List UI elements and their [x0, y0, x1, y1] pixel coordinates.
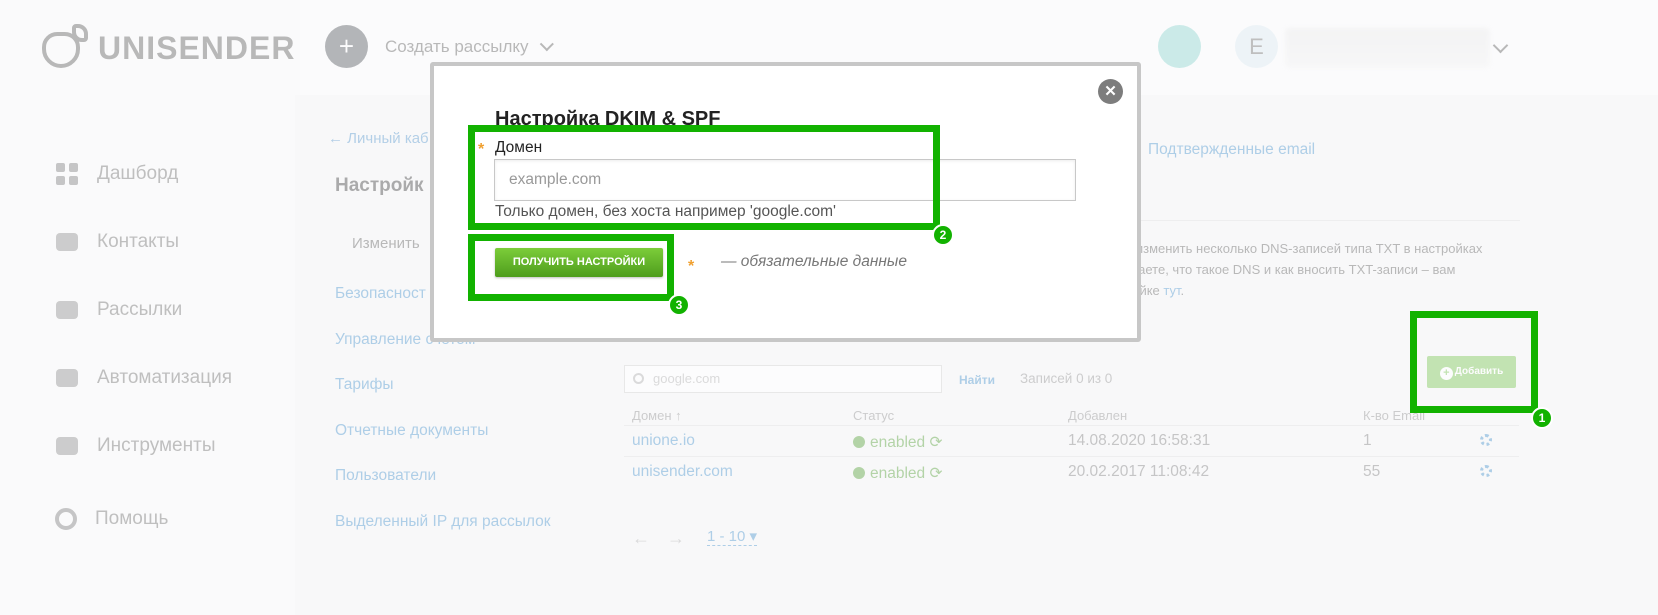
close-icon[interactable]: ✕	[1098, 79, 1123, 104]
prev-page-arrow-icon[interactable]: ←	[632, 528, 650, 549]
description-link[interactable]: тут	[1163, 283, 1180, 298]
contacts-icon	[55, 230, 79, 254]
search-input[interactable]: google.com	[624, 365, 942, 393]
highlight-box	[468, 125, 940, 230]
table-cell-count: 1	[1363, 432, 1372, 449]
table-cell-added: 14.08.2020 16:58:31	[1068, 432, 1211, 449]
column-header-status: Статус	[853, 408, 895, 423]
divider	[624, 456, 1519, 457]
magic-wand-icon	[55, 434, 79, 458]
check-icon	[853, 467, 865, 479]
status-text: enabled	[870, 465, 926, 482]
dog-logo-icon	[36, 24, 88, 72]
sidebar-nav: Дашборд Контакты Рассылки Автоматизация …	[55, 140, 232, 480]
create-plus-button[interactable]: +	[325, 25, 368, 68]
settings-link-dedicated-ip[interactable]: Выделенный IP для рассылок	[335, 513, 550, 559]
brand-name: UNISENDER	[98, 29, 296, 66]
sidebar-item-label: Дашборд	[97, 163, 179, 184]
sidebar-item-label: Инструменты	[97, 435, 216, 456]
table-cell-added: 20.02.2017 11:08:42	[1068, 463, 1210, 480]
chat-icon[interactable]	[1158, 25, 1201, 68]
create-mailing-dropdown[interactable]: Создать рассылку	[385, 37, 554, 57]
description-line: о изменить несколько DNS-записей типа TX…	[1125, 241, 1483, 256]
find-button[interactable]: Найти	[959, 373, 995, 387]
status-badge: enabled ⟳	[853, 464, 942, 483]
logo: UNISENDER	[36, 24, 295, 72]
sidebar-item-mailings[interactable]: Рассылки	[55, 276, 232, 344]
tab-change[interactable]: Изменить	[352, 235, 420, 252]
sidebar-item-label: Помощь	[95, 508, 169, 529]
step-badge: 3	[668, 294, 690, 316]
settings-link-tariffs[interactable]: Тарифы	[335, 376, 550, 422]
required-asterisk-icon: *	[688, 258, 695, 275]
chevron-down-icon[interactable]	[1492, 37, 1509, 54]
help-icon	[55, 508, 77, 530]
mailings-icon	[55, 298, 79, 322]
sidebar-item-help[interactable]: Помощь	[55, 508, 168, 530]
account-info-blurred	[1285, 28, 1490, 68]
sidebar-item-label: Автоматизация	[97, 367, 232, 388]
settings-link-documents[interactable]: Отчетные документы	[335, 422, 550, 468]
check-icon	[853, 436, 865, 448]
step-badge: 1	[1531, 407, 1553, 429]
page-size-dropdown[interactable]: 1 - 10 ▾	[707, 527, 758, 546]
sidebar-item-dashboard[interactable]: Дашборд	[55, 140, 232, 208]
records-count: Записей 0 из 0	[1020, 371, 1113, 386]
step-badge: 2	[932, 224, 954, 246]
required-note: — обязательные данные	[721, 253, 907, 270]
automation-icon	[55, 366, 79, 390]
column-header-domain[interactable]: Домен ↑	[632, 408, 682, 423]
page-title: Настройк	[335, 175, 424, 196]
divider	[624, 425, 1519, 426]
table-cell-domain[interactable]: unisender.com	[632, 463, 733, 481]
back-link[interactable]: ← Личный каб	[328, 130, 429, 147]
sidebar-item-automation[interactable]: Автоматизация	[55, 344, 232, 412]
table-cell-count: 55	[1363, 463, 1381, 480]
avatar[interactable]: E	[1235, 25, 1278, 68]
sidebar: UNISENDER Дашборд Контакты Рассылки Авто…	[0, 0, 300, 615]
sidebar-item-tools[interactable]: Инструменты	[55, 412, 232, 480]
gear-icon[interactable]	[1480, 465, 1492, 477]
highlight-box	[468, 234, 674, 301]
sidebar-item-label: Рассылки	[97, 299, 183, 320]
settings-link-users[interactable]: Пользователи	[335, 467, 550, 513]
create-mailing-label: Создать рассылку	[385, 37, 529, 56]
tab-confirmed-email[interactable]: Подтвержденные email	[1148, 141, 1315, 159]
search-icon	[633, 373, 644, 384]
description-line: знаете, что такое DNS и как вносить TXT-…	[1125, 262, 1456, 277]
dkim-description: о изменить несколько DNS-записей типа TX…	[1125, 238, 1525, 301]
status-text: enabled	[870, 434, 926, 451]
status-badge: enabled ⟳	[853, 433, 942, 452]
chevron-down-icon	[539, 37, 554, 52]
sidebar-item-label: Контакты	[97, 231, 180, 252]
gear-icon[interactable]	[1480, 434, 1492, 446]
table-cell-domain[interactable]: unione.io	[632, 432, 695, 450]
search-placeholder: google.com	[653, 371, 721, 386]
dashboard-icon	[55, 162, 79, 186]
highlight-box	[1410, 311, 1538, 413]
sidebar-item-contacts[interactable]: Контакты	[55, 208, 232, 276]
next-page-arrow-icon[interactable]: →	[667, 528, 685, 549]
column-header-added: Добавлен	[1068, 408, 1128, 423]
